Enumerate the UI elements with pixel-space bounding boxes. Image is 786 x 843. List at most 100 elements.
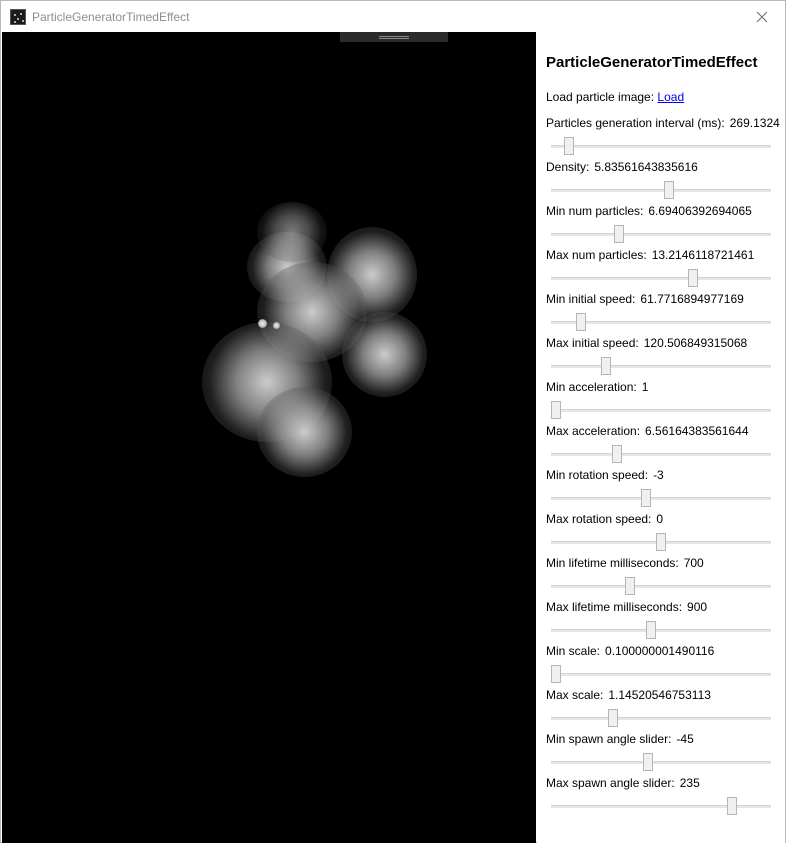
parameter-value: 700: [683, 556, 704, 570]
parameter-label: Max scale: 1.14520546753113: [546, 688, 776, 703]
parameter-slider[interactable]: [551, 797, 771, 817]
parameter-slider[interactable]: [551, 533, 771, 553]
settings-panel: ParticleGeneratorTimedEffect Load partic…: [537, 32, 785, 843]
slider-track[interactable]: [551, 233, 771, 236]
parameter-slider[interactable]: [551, 401, 771, 421]
parameter-slider[interactable]: [551, 709, 771, 729]
slider-thumb[interactable]: [611, 445, 622, 463]
slider-thumb[interactable]: [645, 621, 656, 639]
slider-track[interactable]: [551, 629, 771, 632]
parameter-label: Density: 5.83561643835616: [546, 160, 776, 175]
parameter-slider[interactable]: [551, 357, 771, 377]
parameter-name: Max num particles:: [546, 248, 647, 262]
parameter-value: -45: [676, 732, 694, 746]
slider-thumb[interactable]: [727, 797, 738, 815]
slider-thumb[interactable]: [576, 313, 587, 331]
parameter-value: 269.1324: [729, 116, 780, 130]
parameter-value: -3: [653, 468, 664, 482]
slider-thumb[interactable]: [551, 665, 561, 683]
parameter-name: Max initial speed:: [546, 336, 639, 350]
slider-track[interactable]: [551, 497, 771, 500]
parameter-row: Min scale: 0.100000001490116: [546, 644, 776, 685]
slider-thumb[interactable]: [601, 357, 612, 375]
parameter-value: 6.69406392694065: [648, 204, 752, 218]
slider-track[interactable]: [551, 585, 771, 588]
particle: [342, 312, 427, 397]
load-image-link[interactable]: Load: [657, 90, 684, 104]
drag-handle[interactable]: [340, 32, 448, 42]
slider-thumb[interactable]: [551, 401, 561, 419]
slider-track[interactable]: [551, 277, 771, 280]
slider-track[interactable]: [551, 189, 771, 192]
parameter-name: Min rotation speed:: [546, 468, 649, 482]
slider-track[interactable]: [551, 453, 771, 456]
parameter-slider[interactable]: [551, 621, 771, 641]
parameter-slider[interactable]: [551, 313, 771, 333]
parameter-value: 13.2146118721461: [651, 248, 755, 262]
parameter-value: 1.14520546753113: [608, 688, 711, 702]
parameter-label: Min num particles: 6.69406392694065: [546, 204, 776, 219]
window-title: ParticleGeneratorTimedEffect: [32, 9, 190, 24]
slider-thumb[interactable]: [563, 137, 574, 155]
slider-thumb[interactable]: [656, 533, 666, 551]
slider-thumb[interactable]: [624, 577, 635, 595]
particle-spark: [273, 322, 280, 329]
parameter-label: Max spawn angle slider: 235: [546, 776, 776, 791]
parameter-value: 900: [687, 600, 708, 614]
parameter-slider[interactable]: [551, 269, 771, 289]
close-icon: [756, 11, 768, 22]
drag-grip-icon: [379, 35, 409, 39]
parameter-value: 120.506849315068: [643, 336, 748, 350]
parameter-row: Min acceleration: 1: [546, 380, 776, 421]
slider-track[interactable]: [551, 145, 771, 148]
parameter-slider[interactable]: [551, 489, 771, 509]
parameter-row: Max lifetime milliseconds: 900: [546, 600, 776, 641]
parameter-label: Min rotation speed: -3: [546, 468, 776, 483]
slider-thumb[interactable]: [643, 753, 654, 771]
parameter-row: Min lifetime milliseconds: 700: [546, 556, 776, 597]
parameter-name: Max acceleration:: [546, 424, 641, 438]
parameter-name: Min spawn angle slider:: [546, 732, 672, 746]
parameter-slider[interactable]: [551, 577, 771, 597]
parameter-value: 235: [679, 776, 700, 790]
app-window: ParticleGeneratorTimedEffect ParticleGen…: [0, 0, 786, 843]
slider-track[interactable]: [551, 365, 771, 368]
slider-track[interactable]: [551, 409, 771, 412]
parameter-slider[interactable]: [551, 445, 771, 465]
parameter-name: Max lifetime milliseconds:: [546, 600, 683, 614]
parameter-slider[interactable]: [551, 225, 771, 245]
parameter-label: Max initial speed: 120.506849315068: [546, 336, 776, 351]
parameter-slider[interactable]: [551, 753, 771, 773]
close-button[interactable]: [739, 1, 785, 32]
app-icon: [10, 8, 26, 25]
slider-track[interactable]: [551, 761, 771, 764]
slider-thumb[interactable]: [687, 269, 698, 287]
parameter-label: Min lifetime milliseconds: 700: [546, 556, 776, 571]
parameter-slider[interactable]: [551, 137, 771, 157]
parameter-value: 6.56164383561644: [645, 424, 749, 438]
slider-thumb[interactable]: [664, 181, 675, 199]
panel-title: ParticleGeneratorTimedEffect: [546, 54, 758, 71]
parameter-name: Max rotation speed:: [546, 512, 652, 526]
slider-track[interactable]: [551, 673, 771, 676]
parameter-name: Min lifetime milliseconds:: [546, 556, 679, 570]
parameter-row: Max initial speed: 120.506849315068: [546, 336, 776, 377]
slider-track[interactable]: [551, 717, 771, 720]
particle-canvas[interactable]: [2, 32, 536, 843]
parameter-label: Particles generation interval (ms): 269.1…: [546, 116, 780, 131]
parameter-name: Density:: [546, 160, 590, 174]
parameter-slider[interactable]: [551, 181, 771, 201]
slider-thumb[interactable]: [614, 225, 624, 243]
particle-spark: [258, 319, 267, 328]
particle: [257, 387, 352, 477]
parameter-row: Max acceleration: 6.56164383561644: [546, 424, 776, 465]
slider-track[interactable]: [551, 805, 771, 808]
parameter-slider[interactable]: [551, 665, 771, 685]
title-bar[interactable]: ParticleGeneratorTimedEffect: [1, 1, 785, 32]
parameter-row: Min num particles: 6.69406392694065: [546, 204, 776, 245]
slider-thumb[interactable]: [607, 709, 618, 727]
parameter-row: Max scale: 1.14520546753113: [546, 688, 776, 729]
slider-thumb[interactable]: [641, 489, 652, 507]
parameter-row: Density: 5.83561643835616: [546, 160, 776, 201]
load-image-row: Load particle image: Load: [546, 90, 684, 104]
